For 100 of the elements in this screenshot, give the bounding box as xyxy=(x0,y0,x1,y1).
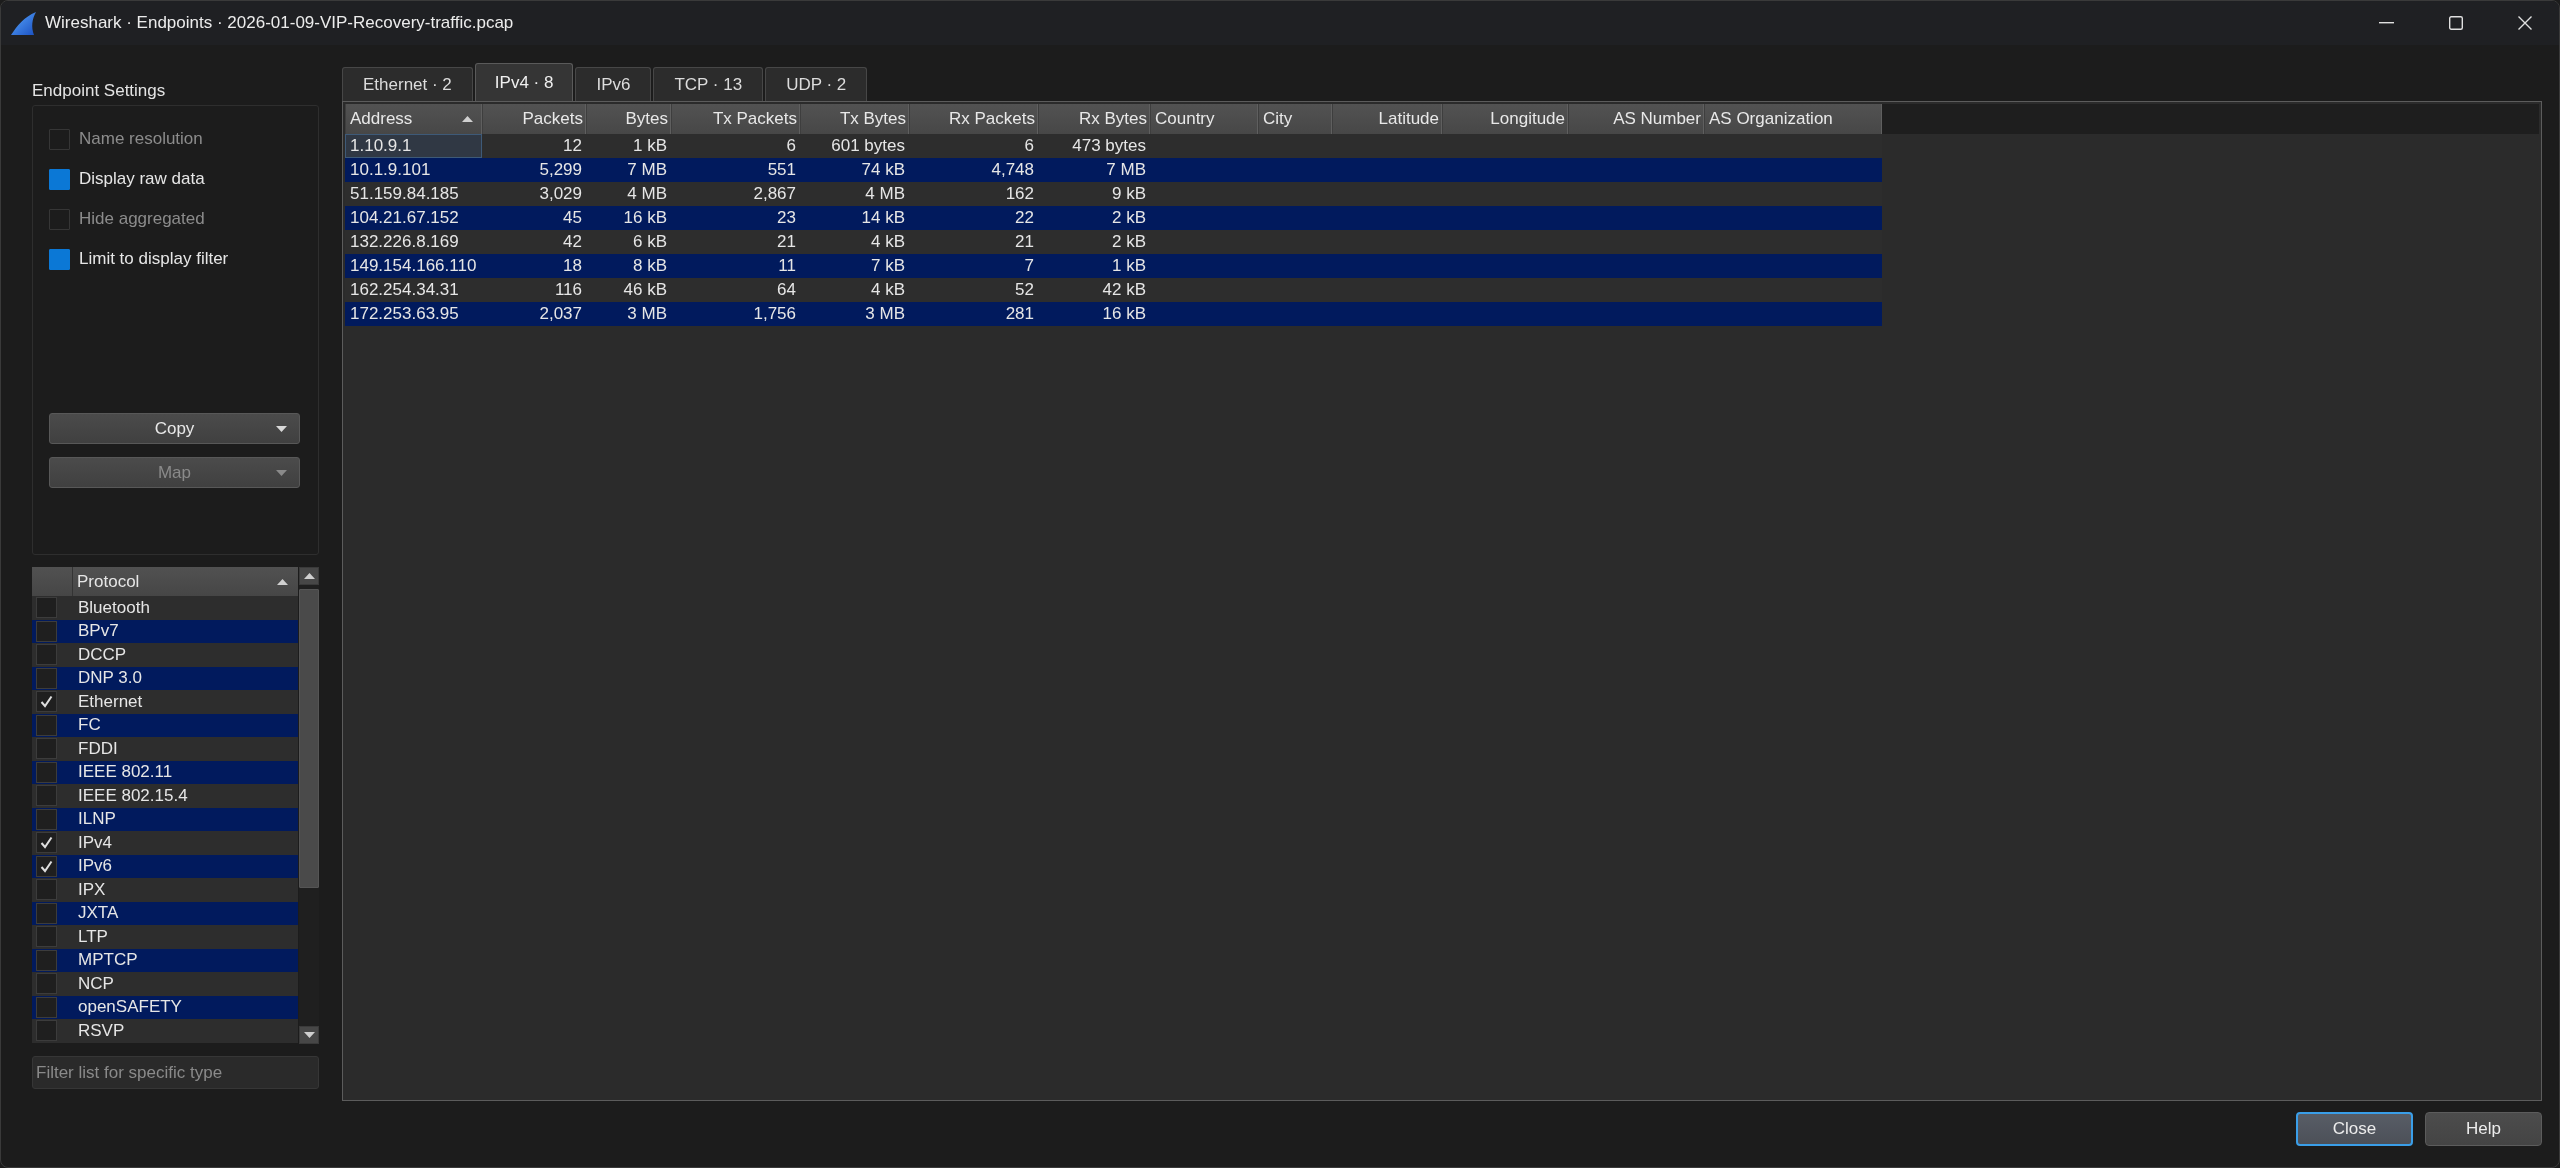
checkbox[interactable] xyxy=(36,949,57,971)
column-header[interactable]: Address xyxy=(345,104,482,134)
table-cell-text: 7 kB xyxy=(869,255,906,277)
list-row[interactable]: DNP 3.0 xyxy=(32,666,298,690)
table-cell-text: 4 MB xyxy=(626,183,668,205)
list-row[interactable]: IPv4 xyxy=(32,831,298,855)
checkbox[interactable] xyxy=(36,1020,57,1042)
checkbox[interactable] xyxy=(49,248,70,270)
table-row[interactable]: 149.154.166.110 18 8 kB 11 7 kB 7 1 kB xyxy=(345,254,1882,278)
tab[interactable]: Ethernet · 2 xyxy=(342,67,473,101)
dialog-button[interactable]: Close xyxy=(2296,1112,2413,1146)
protocol-label: IPv6 xyxy=(78,856,113,877)
checkbox[interactable] xyxy=(36,667,57,689)
list-row[interactable]: DCCP xyxy=(32,643,298,667)
tab[interactable]: TCP · 13 xyxy=(653,67,764,101)
dropdown-button[interactable]: Copy xyxy=(49,413,300,444)
window-title: Wireshark · Endpoints · 2026-01-09-VIP-Recovery-traffic.pcap xyxy=(45,13,514,33)
list-row[interactable]: Ethernet xyxy=(32,690,298,714)
list-row[interactable]: IEEE 802.15.4 xyxy=(32,784,298,808)
column-header[interactable] xyxy=(32,567,73,596)
list-row[interactable]: LTP xyxy=(32,925,298,949)
table-cell-text: 172.253.63.95 xyxy=(349,303,460,325)
column-header[interactable]: Tx Packets xyxy=(671,104,800,134)
scroll-down-button[interactable] xyxy=(299,1026,319,1044)
list-row[interactable]: IPv6 xyxy=(32,854,298,878)
column-header[interactable]: Tx Bytes xyxy=(800,104,909,134)
list-row[interactable]: FDDI xyxy=(32,737,298,761)
table-cell-text: 2 kB xyxy=(1110,231,1147,253)
column-header[interactable]: City xyxy=(1258,104,1332,134)
tab[interactable]: IPv4 · 8 xyxy=(474,63,574,101)
caret-down-icon xyxy=(276,425,287,432)
table-row[interactable]: 172.253.63.95 2,037 3 MB 1,756 3 MB 281 16 kB xyxy=(345,302,1882,326)
column-header[interactable]: AS Number xyxy=(1568,104,1704,134)
list-row[interactable]: MPTCP xyxy=(32,948,298,972)
list-row[interactable]: openSAFETY xyxy=(32,995,298,1019)
checkbox[interactable] xyxy=(36,855,57,877)
checkbox[interactable] xyxy=(36,973,57,995)
checkbox[interactable] xyxy=(36,620,57,642)
checkbox[interactable] xyxy=(36,879,57,901)
column-header[interactable]: AS Organization xyxy=(1704,104,1882,134)
list-row[interactable]: ILNP xyxy=(32,807,298,831)
protocol-label: ILNP xyxy=(78,809,116,830)
protocol-label: Ethernet xyxy=(78,691,143,712)
table-row[interactable]: 10.1.9.101 5,299 7 MB 551 74 kB 4,748 7 MB xyxy=(345,158,1882,182)
dialog-button[interactable]: Help xyxy=(2425,1112,2542,1146)
column-header[interactable]: Bytes xyxy=(586,104,671,134)
check-icon xyxy=(40,836,53,850)
checkbox[interactable] xyxy=(36,808,57,830)
close-icon[interactable] xyxy=(2518,16,2532,30)
column-header[interactable]: Country xyxy=(1150,104,1258,134)
table-cell-text: 4,748 xyxy=(990,159,1035,181)
filter-field[interactable]: Filter list for specific type xyxy=(32,1056,319,1089)
table-cell-text: 2,867 xyxy=(752,183,797,205)
list-row[interactable]: Bluetooth xyxy=(32,596,298,620)
tab[interactable]: IPv6 xyxy=(575,67,652,101)
column-header[interactable]: Protocol xyxy=(73,567,298,596)
checkbox[interactable] xyxy=(36,832,57,854)
maximize-icon[interactable] xyxy=(2449,16,2463,30)
list-row[interactable]: FC xyxy=(32,713,298,737)
caret-up-icon xyxy=(303,573,315,579)
checkbox[interactable] xyxy=(36,597,57,619)
checkbox[interactable] xyxy=(36,761,57,783)
column-header[interactable]: Rx Bytes xyxy=(1038,104,1150,134)
protocol-label: MPTCP xyxy=(78,950,138,971)
table-cell-text: 12 xyxy=(562,135,583,157)
table-cell-text: 21 xyxy=(776,231,797,253)
list-row[interactable]: BPv7 xyxy=(32,619,298,643)
protocol-label: IEEE 802.11 xyxy=(78,762,173,783)
list-row[interactable]: IPX xyxy=(32,878,298,902)
checkbox[interactable] xyxy=(49,168,70,190)
checkbox[interactable] xyxy=(36,926,57,948)
protocol-label: openSAFETY xyxy=(78,997,182,1018)
checkbox[interactable] xyxy=(36,785,57,807)
tab[interactable]: UDP · 2 xyxy=(765,67,868,101)
checkbox[interactable] xyxy=(36,714,57,736)
minimize-icon[interactable] xyxy=(2379,22,2394,24)
list-row[interactable]: RSVP xyxy=(32,1019,298,1043)
table-cell-text: 74 kB xyxy=(860,159,906,181)
column-header[interactable]: Latitude xyxy=(1332,104,1442,134)
table-cell-text: 104.21.67.152 xyxy=(349,207,460,229)
column-header[interactable]: Longitude xyxy=(1442,104,1568,134)
column-header[interactable]: Rx Packets xyxy=(909,104,1038,134)
checkbox[interactable] xyxy=(36,902,57,924)
table-cell-text: 6 xyxy=(1023,135,1035,157)
table-row[interactable]: 104.21.67.152 45 16 kB 23 14 kB 22 2 kB xyxy=(345,206,1882,230)
scroll-up-button[interactable] xyxy=(299,567,319,585)
list-row[interactable]: JXTA xyxy=(32,901,298,925)
checkbox[interactable] xyxy=(36,644,57,666)
checkbox[interactable] xyxy=(36,691,57,713)
checkbox[interactable] xyxy=(36,996,57,1018)
table-cell-text: 22 xyxy=(1014,207,1035,229)
checkbox[interactable] xyxy=(36,738,57,760)
table-cell-text: 2 kB xyxy=(1110,207,1147,229)
protocol-label: JXTA xyxy=(78,903,119,924)
list-row[interactable]: IEEE 802.11 xyxy=(32,760,298,784)
column-header[interactable]: Packets xyxy=(482,104,586,134)
protocol-label: Bluetooth xyxy=(78,597,150,618)
scrollbar-thumb[interactable] xyxy=(299,589,319,888)
list-row[interactable]: NCP xyxy=(32,972,298,996)
table-cell-text: 7 xyxy=(1023,255,1035,277)
